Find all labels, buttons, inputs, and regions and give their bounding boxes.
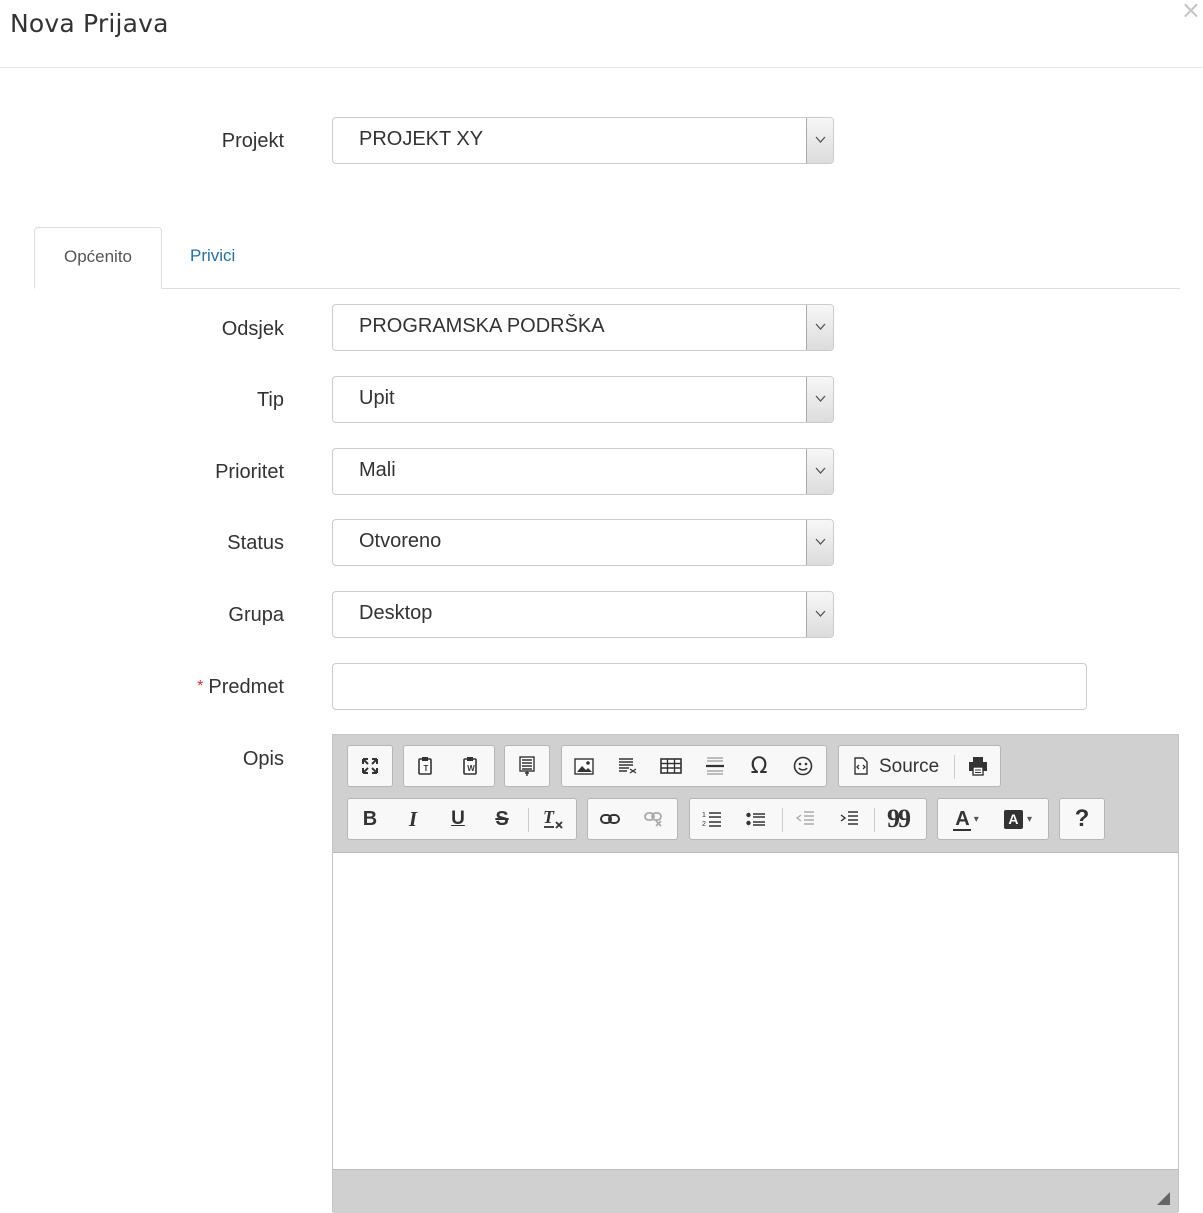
bulleted-list-icon[interactable] xyxy=(741,804,771,834)
toolbar-separator xyxy=(874,808,875,832)
dropdown-arrow-icon: ▾ xyxy=(973,813,979,825)
project-select-value: PROJEKT XY xyxy=(359,128,484,150)
source-button-label[interactable]: Source xyxy=(879,756,939,778)
horizontal-line-icon[interactable] xyxy=(700,751,730,781)
smiley-icon[interactable] xyxy=(788,751,818,781)
odsjek-select-value: PROGRAMSKA PODRŠKA xyxy=(359,315,605,337)
chevron-down-icon xyxy=(806,592,833,637)
prioritet-select[interactable]: Mali xyxy=(332,448,834,495)
unlink-icon[interactable] xyxy=(639,804,669,834)
toolbar-group-insert: Ω xyxy=(561,745,827,787)
svg-text:2: 2 xyxy=(702,821,706,828)
paste-text-icon[interactable]: T xyxy=(411,751,441,781)
toolbar-group-links xyxy=(587,798,678,840)
svg-text:1: 1 xyxy=(702,812,706,819)
table-icon[interactable] xyxy=(656,751,686,781)
numbered-list-icon[interactable]: 12 xyxy=(697,804,727,834)
chevron-down-icon xyxy=(806,305,833,350)
editor-content-area[interactable] xyxy=(333,853,1178,1169)
flash-embed-icon[interactable] xyxy=(612,751,642,781)
remove-format-icon[interactable]: T xyxy=(538,804,568,834)
chevron-down-icon xyxy=(806,449,833,494)
svg-text:W: W xyxy=(467,764,475,773)
toolbar-separator xyxy=(528,808,529,832)
grupa-select[interactable]: Desktop xyxy=(332,591,834,638)
modal-header: Nova Prijava × xyxy=(0,0,1203,68)
modal-title: Nova Prijava xyxy=(10,9,169,38)
toolbar-group-help: ? xyxy=(1059,798,1105,840)
predmet-label: * Predmet xyxy=(0,676,284,699)
link-icon[interactable] xyxy=(595,804,625,834)
status-label: Status xyxy=(227,532,284,554)
toolbar-separator xyxy=(954,755,955,779)
text-color-icon: A xyxy=(955,807,970,830)
source-icon[interactable] xyxy=(846,751,876,781)
tab-opcenito[interactable]: Općenito xyxy=(34,227,162,289)
tip-select-value: Upit xyxy=(359,387,395,409)
status-select-value: Otvoreno xyxy=(359,530,442,552)
project-label: Projekt xyxy=(221,130,284,152)
prioritet-label: Prioritet xyxy=(215,461,284,483)
toolbar-group-basicstyles: B I U S T xyxy=(347,798,577,840)
tab-privici[interactable]: Privici xyxy=(190,227,235,289)
prioritet-select-value: Mali xyxy=(359,459,396,481)
special-char-icon[interactable]: Ω xyxy=(744,751,774,781)
chevron-down-icon xyxy=(806,520,833,565)
toolbar-group-lists: 12 99 xyxy=(689,798,927,840)
required-mark: * xyxy=(197,678,204,695)
svg-text:T: T xyxy=(543,808,555,827)
underline-button[interactable]: U xyxy=(443,804,473,834)
maximize-icon[interactable] xyxy=(355,751,385,781)
toolbar-group-paste: T W xyxy=(403,745,495,787)
rich-text-editor: T W Ω Source B I U S T 1 2 99 A ▾ A ▾ ? xyxy=(332,734,1179,1213)
tab-bar: Općenito Privici xyxy=(34,227,1180,289)
paste-word-icon[interactable]: W xyxy=(456,751,486,781)
predmet-input[interactable] xyxy=(332,663,1087,710)
grupa-label: Grupa xyxy=(228,604,284,626)
indent-icon[interactable] xyxy=(834,804,864,834)
toolbar-separator xyxy=(782,808,783,832)
templates-icon[interactable] xyxy=(512,751,542,781)
toolbar-group-source: Source xyxy=(838,745,1001,787)
chevron-down-icon xyxy=(806,377,833,422)
tip-select[interactable]: Upit xyxy=(332,376,834,423)
strikethrough-button[interactable]: S xyxy=(487,804,517,834)
bold-button[interactable]: B xyxy=(355,804,385,834)
outdent-icon[interactable] xyxy=(790,804,820,834)
toolbar-group-colors: A ▾ A ▾ xyxy=(937,798,1049,840)
text-color-underline xyxy=(953,829,971,831)
background-color-button[interactable]: A ▾ xyxy=(996,804,1040,834)
odsjek-label: Odsjek xyxy=(221,318,284,340)
italic-button[interactable]: I xyxy=(398,804,428,834)
dropdown-arrow-icon: ▾ xyxy=(1026,813,1033,825)
toolbar-group-template xyxy=(504,745,550,787)
bg-color-icon: A xyxy=(1003,809,1023,829)
project-select[interactable]: PROJEKT XY xyxy=(332,117,834,164)
editor-toolbar: T W Ω Source B I U S T 1 2 99 A ▾ A ▾ ? xyxy=(333,735,1178,853)
blockquote-button[interactable]: 99 xyxy=(883,804,913,834)
resize-handle-icon[interactable] xyxy=(1157,1192,1170,1205)
status-select[interactable]: Otvoreno xyxy=(332,519,834,566)
odsjek-select[interactable]: PROGRAMSKA PODRŠKA xyxy=(332,304,834,351)
print-icon[interactable] xyxy=(963,751,993,781)
image-icon[interactable] xyxy=(569,751,599,781)
grupa-select-value: Desktop xyxy=(359,602,433,624)
text-color-button[interactable]: A ▾ xyxy=(945,804,989,834)
chevron-down-icon xyxy=(806,118,833,163)
svg-text:T: T xyxy=(424,764,429,773)
predmet-label-text: Predmet xyxy=(208,676,284,698)
help-button[interactable]: ? xyxy=(1067,804,1097,834)
editor-bottom-bar xyxy=(333,1169,1178,1213)
toolbar-group-maximize xyxy=(347,745,393,787)
tip-label: Tip xyxy=(256,389,284,411)
close-icon[interactable]: × xyxy=(1181,0,1201,22)
opis-label: Opis xyxy=(242,748,284,770)
